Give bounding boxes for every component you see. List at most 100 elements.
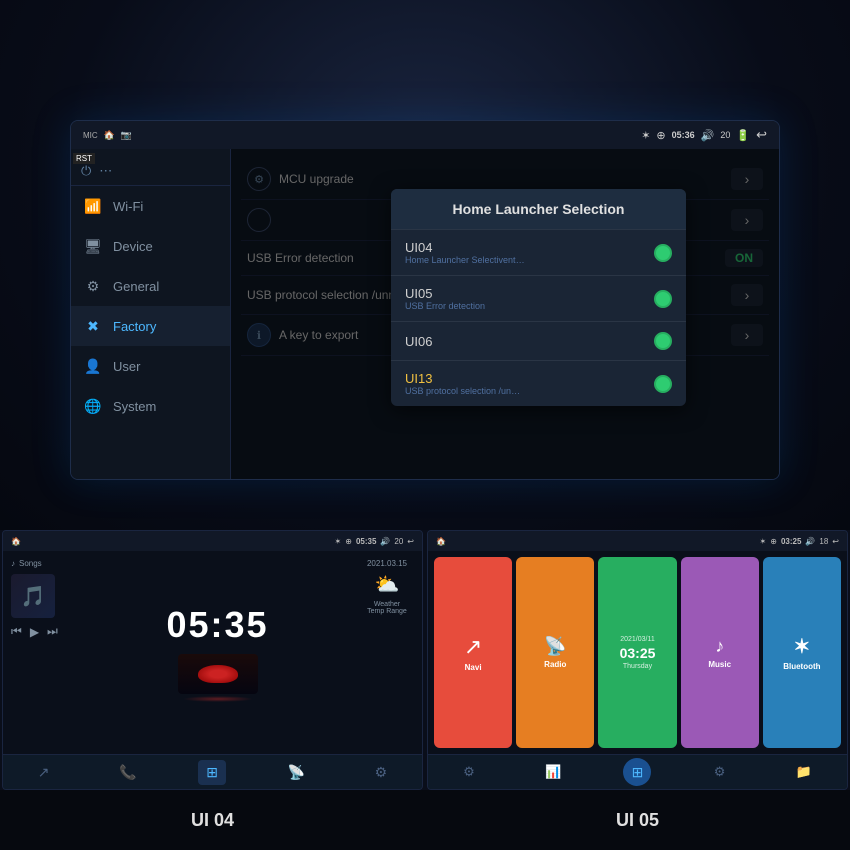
modal-ui13-subtext: USB protocol selection /unm... xyxy=(405,386,525,396)
user-icon: 👤 xyxy=(83,356,103,376)
ui04-navbar: ↗ 📞 ⊞ 📡 ⚙ xyxy=(3,754,422,789)
app-tile-time[interactable]: 2021/03/11 03:25 Thursday xyxy=(598,557,676,748)
screen-content: RST ⏻ ⋯ 📶 Wi-Fi 🖥 Device ⚙ General ✖ Fac… xyxy=(71,149,779,479)
ui05-status-left: 🏠 xyxy=(436,537,446,546)
ui04-nav-settings[interactable]: ⚙ xyxy=(367,760,396,785)
back-icon[interactable]: ↩ xyxy=(756,127,767,143)
ui04-nav-radio[interactable]: 📡 xyxy=(280,760,313,785)
modal-ui06-label: UI06 xyxy=(405,334,432,349)
ui04-big-time: 05:35 xyxy=(166,604,268,646)
sidebar: RST ⏻ ⋯ 📶 Wi-Fi 🖥 Device ⚙ General ✖ Fac… xyxy=(71,149,231,479)
ui04-nav-home[interactable]: ⊞ xyxy=(198,760,226,785)
modal-ui04-toggle[interactable] xyxy=(654,244,672,262)
modal-row-ui13[interactable]: UI13 USB protocol selection /unm... xyxy=(391,361,686,406)
ui04-back-icon[interactable]: ↩ xyxy=(407,537,414,546)
ui04-batt: 20 xyxy=(394,537,403,546)
bt-app-icon: ✶ xyxy=(794,634,811,659)
sidebar-item-device[interactable]: 🖥 Device xyxy=(71,226,230,266)
bottom-section: 🏠 ✶ ⊕ 05:35 🔊 20 ↩ ♪ Songs xyxy=(0,530,850,850)
ui05-home-icon: 🏠 xyxy=(436,537,446,546)
ui05-nav-settings1[interactable]: ⚙ xyxy=(455,760,483,784)
wifi-icon: ⊕ xyxy=(656,129,665,142)
home-icon: 🏠 xyxy=(104,130,115,141)
ui05-navbar: ⚙ 📊 ⊞ ⚙ 📁 xyxy=(428,754,847,789)
modal-ui04-subtext: Home Launcher Selectivent se... xyxy=(405,255,525,265)
ui05-app-grid: ↗ Navi 📡 Radio 2021/03/11 03:25 Thursday xyxy=(434,557,841,748)
battery-icon: 🔋 xyxy=(736,129,750,142)
sidebar-item-general[interactable]: ⚙ General xyxy=(71,266,230,306)
modal-ui13-toggle[interactable] xyxy=(654,375,672,393)
ui04-nav-phone[interactable]: 📞 xyxy=(111,760,144,785)
camera-icon: 📷 xyxy=(121,130,132,141)
ui04-wifi-icon: ⊕ xyxy=(345,537,352,546)
ui05-status-right: ✶ ⊕ 03:25 🔊 18 ↩ xyxy=(760,537,839,546)
ui04-music-panel: ♪ Songs 🎵 ⏮ ▶ ⏭ xyxy=(3,551,83,754)
modal-row-ui06[interactable]: UI06 xyxy=(391,322,686,361)
weather-sublabel-text: Temp Range xyxy=(367,608,407,615)
modal-ui05-content: UI05 USB Error detection xyxy=(405,286,485,311)
music-note-icon: ♪ xyxy=(11,559,15,568)
play-icon[interactable]: ▶ xyxy=(30,625,39,639)
modal-ui05-toggle[interactable] xyxy=(654,290,672,308)
sidebar-device-label: Device xyxy=(113,239,153,254)
sidebar-item-factory[interactable]: ✖ Factory xyxy=(71,306,230,346)
ui05-back-icon[interactable]: ↩ xyxy=(832,537,839,546)
app-tile-navi[interactable]: ↗ Navi xyxy=(434,557,512,748)
ui05-vol-icon: 🔊 xyxy=(805,537,815,546)
modal-title: Home Launcher Selection xyxy=(391,189,686,230)
modal-ui04-label: UI04 xyxy=(405,240,525,255)
car-glow xyxy=(183,696,253,702)
sidebar-item-user[interactable]: 👤 User xyxy=(71,346,230,386)
tile-date: 2021/03/11 xyxy=(620,636,655,643)
main-settings-panel: ⚙ MCU upgrade › › USB Error detection ON xyxy=(231,149,779,479)
modal-ui13-content: UI13 USB protocol selection /unm... xyxy=(405,371,525,396)
next-icon[interactable]: ⏭ xyxy=(47,624,58,639)
modal-row-ui04[interactable]: UI04 Home Launcher Selectivent se... xyxy=(391,230,686,276)
modal-ui06-toggle[interactable] xyxy=(654,332,672,350)
sidebar-item-wifi[interactable]: 📶 Wi-Fi xyxy=(71,186,230,226)
status-bar-left: MIC 🏠 📷 xyxy=(83,130,132,141)
ui04-screen: 🏠 ✶ ⊕ 05:35 🔊 20 ↩ ♪ Songs xyxy=(2,530,423,790)
ui04-nav-map[interactable]: ↗ xyxy=(30,760,58,785)
ui05-nav-chart[interactable]: 📊 xyxy=(537,760,569,784)
power-icon[interactable]: ⏻ xyxy=(81,163,91,179)
modal-row-ui05[interactable]: UI05 USB Error detection xyxy=(391,276,686,322)
volume-icon: 🔊 xyxy=(701,129,715,142)
ui04-center-panel: 05:35 xyxy=(83,551,352,754)
app-tile-bluetooth[interactable]: ✶ Bluetooth xyxy=(763,557,841,748)
ui04-album-art: 🎵 xyxy=(11,574,55,618)
bluetooth-label: Bluetooth xyxy=(783,662,820,671)
ui04-bt-icon: ✶ xyxy=(335,537,342,546)
main-status-bar: MIC 🏠 📷 ✶ ⊕ 05:36 🔊 20 🔋 ↩ xyxy=(71,121,779,149)
sidebar-system-label: System xyxy=(113,399,156,414)
sidebar-user-label: User xyxy=(113,359,140,374)
ui04-weather-label: Weather Temp Range xyxy=(367,601,407,615)
prev-icon[interactable]: ⏮ xyxy=(11,624,22,639)
ui05-nav-settings2[interactable]: ⚙ xyxy=(706,760,734,784)
tile-time: 03:25 xyxy=(620,646,656,660)
modal-ui05-label: UI05 xyxy=(405,286,485,301)
weather-label-text: Weather xyxy=(367,601,407,608)
music-label: Music xyxy=(708,660,731,669)
sidebar-item-system[interactable]: 🌐 System xyxy=(71,386,230,426)
bottom-screens: 🏠 ✶ ⊕ 05:35 🔊 20 ↩ ♪ Songs xyxy=(0,530,850,790)
app-tile-radio[interactable]: 📡 Radio xyxy=(516,557,594,748)
system-icon: 🌐 xyxy=(83,396,103,416)
status-bar-right: ✶ ⊕ 05:36 🔊 20 🔋 ↩ xyxy=(641,127,767,143)
ui04-music-controls[interactable]: ⏮ ▶ ⏭ xyxy=(11,624,75,639)
bottom-labels: UI 04 UI 05 xyxy=(0,790,850,850)
ui05-label: UI 05 xyxy=(425,790,850,850)
device-icon: 🖥 xyxy=(83,236,103,256)
ui05-nav-home-circle[interactable]: ⊞ xyxy=(623,758,651,786)
navi-icon: ↗ xyxy=(464,634,482,660)
car-image xyxy=(198,665,238,683)
ui05-status-bar: 🏠 ✶ ⊕ 03:25 🔊 18 ↩ xyxy=(428,531,847,551)
wifi-toggle-icon[interactable]: ⋯ xyxy=(99,163,112,179)
ui05-nav-files[interactable]: 📁 xyxy=(788,760,820,784)
app-tile-music[interactable]: ♪ Music xyxy=(681,557,759,748)
modal-ui13-label: UI13 xyxy=(405,371,525,386)
sidebar-general-label: General xyxy=(113,279,159,294)
bluetooth-icon: ✶ xyxy=(641,129,650,142)
general-icon: ⚙ xyxy=(83,276,103,296)
ui04-vol-icon: 🔊 xyxy=(380,537,390,546)
